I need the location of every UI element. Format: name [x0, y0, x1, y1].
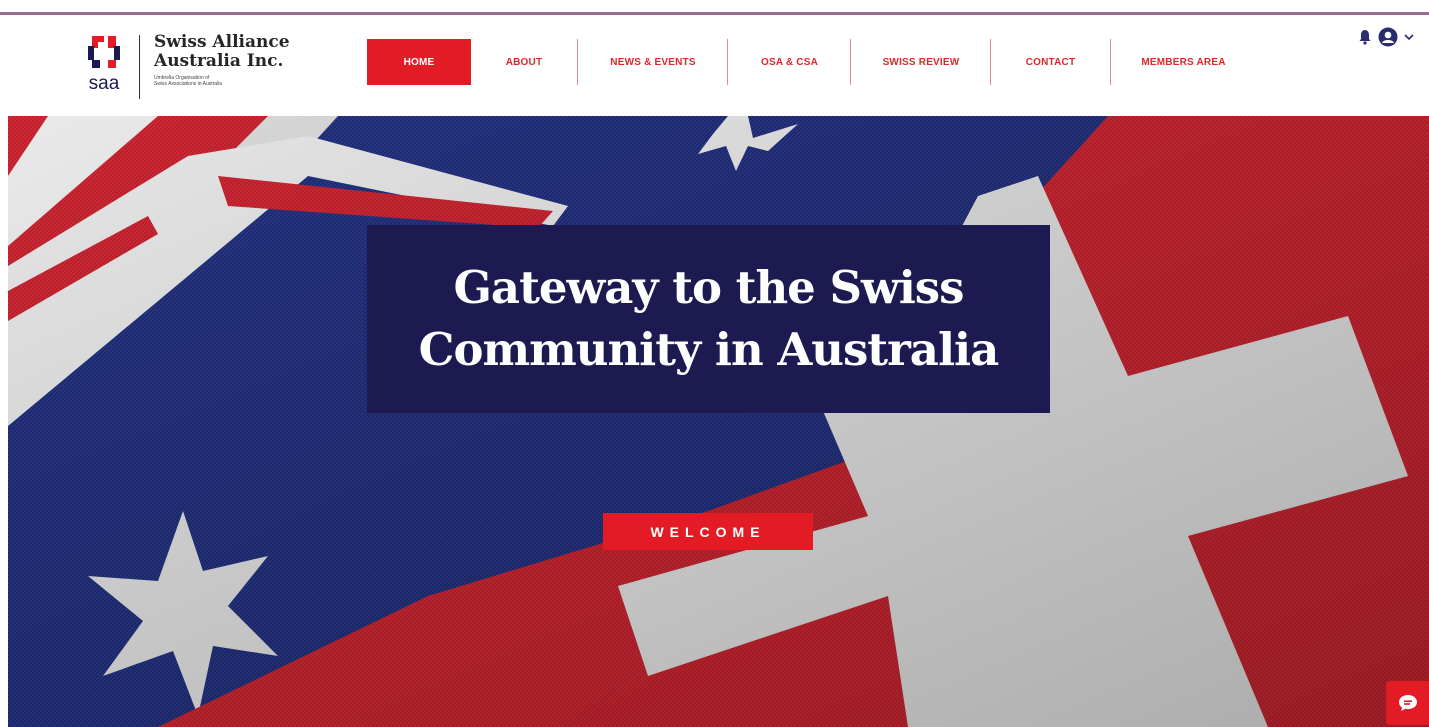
- nav-osa-csa[interactable]: OSA & CSA: [728, 39, 851, 85]
- tagline-line2: Swiss Associations in Australia: [154, 81, 223, 87]
- nav-home[interactable]: HOME: [367, 39, 471, 85]
- hero-title-box: Gateway to the Swiss Community in Austra…: [367, 225, 1050, 413]
- chat-button[interactable]: [1386, 681, 1429, 725]
- hero-title-line2: Community in Australia: [418, 323, 1000, 376]
- hero-title: Gateway to the Swiss Community in Austra…: [389, 257, 1029, 381]
- site-header: saa Swiss Alliance Australia Inc. Umbrel…: [0, 15, 1429, 116]
- nav-swiss-review[interactable]: SWISS REVIEW: [851, 39, 991, 85]
- chevron-down-icon[interactable]: [1404, 33, 1414, 41]
- bell-icon[interactable]: [1358, 29, 1372, 45]
- chat-icon: [1398, 695, 1417, 711]
- nav-contact[interactable]: CONTACT: [991, 39, 1110, 85]
- user-menu[interactable]: [1358, 27, 1414, 47]
- org-tagline: Umbrella Organisation of Swiss Associati…: [154, 75, 264, 87]
- svg-text:saa: saa: [89, 73, 120, 94]
- site-logo[interactable]: saa Swiss Alliance Australia Inc. Umbrel…: [78, 33, 290, 103]
- org-name-line2: Australia Inc.: [154, 51, 284, 71]
- page: saa Swiss Alliance Australia Inc. Umbrel…: [0, 0, 1429, 727]
- org-name: Swiss Alliance Australia Inc.: [154, 33, 290, 71]
- org-name-line1: Swiss Alliance: [154, 32, 290, 52]
- hero-section: Gateway to the Swiss Community in Austra…: [8, 116, 1429, 727]
- nav-news-events[interactable]: NEWS & EVENTS: [578, 39, 728, 85]
- saa-logo-icon: saa: [88, 36, 120, 94]
- hero-title-line1: Gateway to the Swiss: [453, 261, 965, 314]
- nav-about[interactable]: ABOUT: [471, 39, 577, 85]
- flags-background: [8, 116, 1429, 727]
- avatar-icon[interactable]: [1378, 27, 1398, 47]
- welcome-button[interactable]: WELCOME: [603, 513, 813, 550]
- logo-divider: [139, 35, 140, 99]
- nav-members-area[interactable]: MEMBERS AREA: [1111, 39, 1256, 85]
